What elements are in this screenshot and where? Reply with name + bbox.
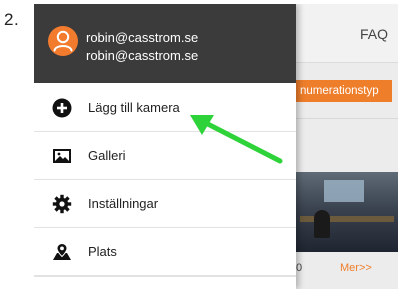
- more-link[interactable]: Mer>>: [340, 262, 372, 274]
- camera-caption: 0: [296, 262, 303, 274]
- divider: [34, 276, 296, 277]
- drawer-header: robin@casstrom.se robin@casstrom.se: [34, 4, 296, 83]
- menu-item-label: Galleri: [88, 148, 126, 163]
- phone-screen: FAQ numerationstyp 0 Mer>> robin@casstro…: [34, 4, 398, 289]
- account-email: robin@casstrom.se: [86, 30, 199, 45]
- annotation-arrow-icon: [190, 115, 283, 164]
- camera-thumbnail[interactable]: [296, 172, 398, 252]
- menu-item-label: Lägg till kamera: [88, 100, 180, 115]
- add-circle-icon: [52, 98, 72, 118]
- faq-link[interactable]: FAQ: [360, 26, 388, 42]
- menu-item-location[interactable]: Plats: [34, 228, 296, 276]
- avatar-icon[interactable]: [48, 26, 78, 56]
- menu-item-label: Plats: [88, 244, 117, 259]
- menu-item-settings[interactable]: Inställningar: [34, 180, 296, 228]
- gear-icon: [52, 194, 72, 214]
- sort-type-button[interactable]: numerationstyp: [296, 80, 392, 102]
- divider: [296, 118, 398, 119]
- map-pin-icon: [52, 242, 72, 262]
- menu-item-label: Inställningar: [88, 196, 159, 211]
- account-name: robin@casstrom.se: [86, 48, 199, 63]
- gallery-icon: [52, 146, 72, 166]
- step-number: 2.: [4, 10, 20, 29]
